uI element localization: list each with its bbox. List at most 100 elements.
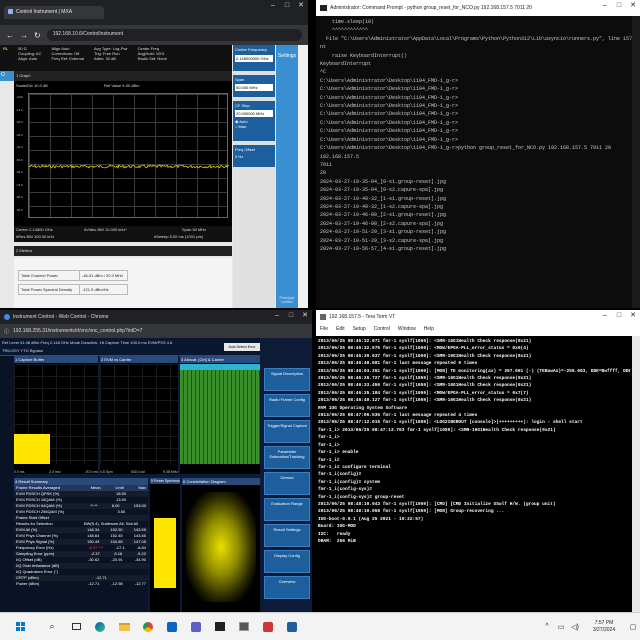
start-icon[interactable] <box>0 617 40 637</box>
auto-detect-button[interactable]: Auto Detect Error <box>224 343 260 351</box>
tera-line: fmr-1_i(config-sys)# group-reset <box>318 494 405 500</box>
evm-axis-start: 4.5 Sym <box>100 470 113 474</box>
freq-offset-box[interactable]: Freq Offset 0 Hz <box>233 145 275 167</box>
mxa-tab[interactable]: Control Instrument | MXA <box>4 6 104 19</box>
mxa-scrollbar[interactable] <box>298 45 308 308</box>
tera-line: DRAM: 256 MiB <box>318 538 356 544</box>
volume-icon[interactable]: ◁) <box>568 617 582 637</box>
explorer-icon[interactable] <box>112 617 136 637</box>
mxa-header-col: RL <box>3 46 8 70</box>
side-menu-button[interactable]: Radio Frame Config <box>264 394 310 417</box>
capture-axis-start: 0.0 ms <box>14 470 25 474</box>
side-menu-button[interactable]: Evaluation Range <box>264 498 310 521</box>
tera-menu-item[interactable]: Edit <box>336 326 345 334</box>
table-cell: -12.98 <box>111 581 123 586</box>
minimize-icon[interactable]: – <box>598 0 612 12</box>
webcontrol-window: Instrument Control - Web Control - Chrom… <box>0 310 312 612</box>
forward-icon[interactable]: → <box>20 31 28 40</box>
evm-carrier-panel: 2 EVM vs Carrier 4.5 Sym 530.0 ck/9.38 MH… <box>100 356 178 474</box>
close-icon[interactable]: ✕ <box>298 310 312 322</box>
teraterm-window: 192.168.157.5 - Tera Term VT – □ ✕ File Edi… <box>316 310 640 612</box>
span-value: 50.000 MHz <box>235 84 273 91</box>
cmd-line: KeyboardInterrupt <box>320 61 372 68</box>
tera-menu-item[interactable]: Window <box>398 326 416 334</box>
mxa-center-freq-box[interactable]: Center Frequency 2.148000000 GHz <box>233 45 275 71</box>
side-menu-button[interactable]: Trigger/Signal Capture <box>264 420 310 443</box>
mxa-url-field[interactable]: 192.168.10.6/ControlInstrument <box>46 29 302 41</box>
minimize-icon[interactable]: – <box>598 310 612 322</box>
reload-icon[interactable]: ↻ <box>34 31 41 40</box>
maximize-icon[interactable]: □ <box>612 310 626 322</box>
network-icon[interactable]: ▭ <box>554 617 568 637</box>
table-cell: -12.71 <box>87 581 100 586</box>
spectrum-grid <box>28 93 229 218</box>
meas-bar: Ref Level 41.08 dBm Freq 2.148 GHz Mode … <box>0 338 260 356</box>
cmd-line: C:\Users\Administrator\Desktop\1104_FMD-… <box>320 119 459 126</box>
tera-window-controls: – □ ✕ <box>598 310 640 322</box>
side-menu-button[interactable]: Result Settings <box>264 524 310 547</box>
search-icon[interactable]: ⌕ <box>40 617 64 637</box>
tera-menu-item[interactable]: File <box>320 326 328 334</box>
side-menu-button[interactable]: Overview <box>264 576 310 599</box>
settings-button[interactable]: Settings <box>276 45 298 71</box>
cf-step-label: CF Step <box>235 103 250 108</box>
cmd-taskbar-icon[interactable] <box>208 617 232 637</box>
prototype-label: Prototype Limited <box>279 296 295 304</box>
freq-offset-value: 0 Hz <box>235 154 244 159</box>
teraterm-taskbar-icon[interactable] <box>232 617 256 637</box>
clock[interactable]: 7:57 PM 3/27/2024 <box>582 620 626 634</box>
taskview-icon[interactable] <box>64 617 88 637</box>
tera-scrollbar[interactable] <box>632 336 640 612</box>
back-icon[interactable]: ← <box>6 31 14 40</box>
tera-menu-item[interactable]: Setup <box>353 326 366 334</box>
tera-title: 192.168.157.5 - Tera Term VT <box>329 314 396 320</box>
cmd-output[interactable]: time.sleep(10) ^^^^^^^^^^^^ File "C:\Use… <box>320 18 632 306</box>
tera-line: fmr-1_i> <box>318 435 340 441</box>
maximize-icon[interactable]: □ <box>612 0 626 12</box>
tera-menu-item[interactable]: Help <box>424 326 434 334</box>
tera-menu-item[interactable]: Control <box>374 326 390 334</box>
man-radio[interactable]: ○ Man <box>235 124 273 129</box>
tpsd-value: -121.5 dBm/Hz <box>79 285 111 294</box>
app-icon[interactable] <box>256 617 280 637</box>
wc-title-bar: Instrument Control - Web Control - Chrom… <box>0 310 312 324</box>
side-menu-button[interactable]: Signal Description <box>264 368 310 391</box>
table-cell: -20.91 <box>111 557 123 562</box>
vnc-icon[interactable] <box>280 617 304 637</box>
cmd-title-bar: Administrator: Command Prompt - python g… <box>316 0 640 16</box>
sweep-footer: #Sweep 5.00 ms (1001 pts) <box>154 234 203 239</box>
span-box[interactable]: Span 50.000 MHz <box>233 75 275 97</box>
cf-step-box[interactable]: CF Step 20.000000 MHz ◉ Auto ○ Man <box>233 101 275 141</box>
side-menu-button[interactable]: Demod <box>264 472 310 495</box>
minimize-icon[interactable]: – <box>266 0 280 12</box>
tera-output[interactable]: 2013/06/25 08:45:32.871 fmr-1 syslf[1059… <box>318 338 630 612</box>
tera-line: RVM 1UG Operating System Software <box>318 405 408 411</box>
maximize-icon[interactable]: □ <box>280 0 294 12</box>
side-menu-button[interactable]: Parameter Estimation/Tracking <box>264 446 310 469</box>
side-menu-button[interactable]: Display Config <box>264 550 310 573</box>
minimize-icon[interactable]: – <box>270 310 284 322</box>
edge-icon[interactable] <box>88 617 112 637</box>
evm-axis-end: 9.38 MHz <box>163 470 178 474</box>
tera-line: fmr-1_i# configure terminal <box>318 464 391 470</box>
cmd-line: 2024-03-27-19-51-29_[3-s1.group-reset].j… <box>320 229 447 236</box>
rs-header-cell: Max <box>138 485 146 490</box>
cmd-line: C:\Users\Administrator\Desktop\1104_FMD-… <box>320 77 459 84</box>
teams-icon[interactable] <box>184 617 208 637</box>
tray-chevron-icon[interactable]: ^ <box>540 617 554 637</box>
close-icon[interactable]: ✕ <box>626 310 640 322</box>
cmd-line: 2024-03-27-19-40-32_[1-s2.capure-spa].jp… <box>320 203 444 210</box>
tera-line: I2C: ready <box>318 531 351 537</box>
outlook-icon[interactable] <box>160 617 184 637</box>
info-icon[interactable]: ⓘ <box>4 328 9 335</box>
capture-buffer-title: 1 Capture Buffer <box>14 356 98 363</box>
side-menu: Signal Description Radio Frame Config Trig… <box>262 368 312 612</box>
close-icon[interactable]: ✕ <box>626 0 640 12</box>
maximize-icon[interactable]: □ <box>284 310 298 322</box>
wc-url[interactable]: 192.168.255.31/instrumentctrl/vnc/vnc_co… <box>13 328 142 334</box>
close-icon[interactable]: ✕ <box>294 0 308 12</box>
chrome-icon[interactable] <box>136 617 160 637</box>
notification-icon[interactable]: ▢ <box>626 617 640 637</box>
mxa-header: RL 50 Ω Coupling: AC Align: Auto Align Auto C… <box>0 45 232 71</box>
cmd-scrollbar[interactable] <box>632 16 640 308</box>
